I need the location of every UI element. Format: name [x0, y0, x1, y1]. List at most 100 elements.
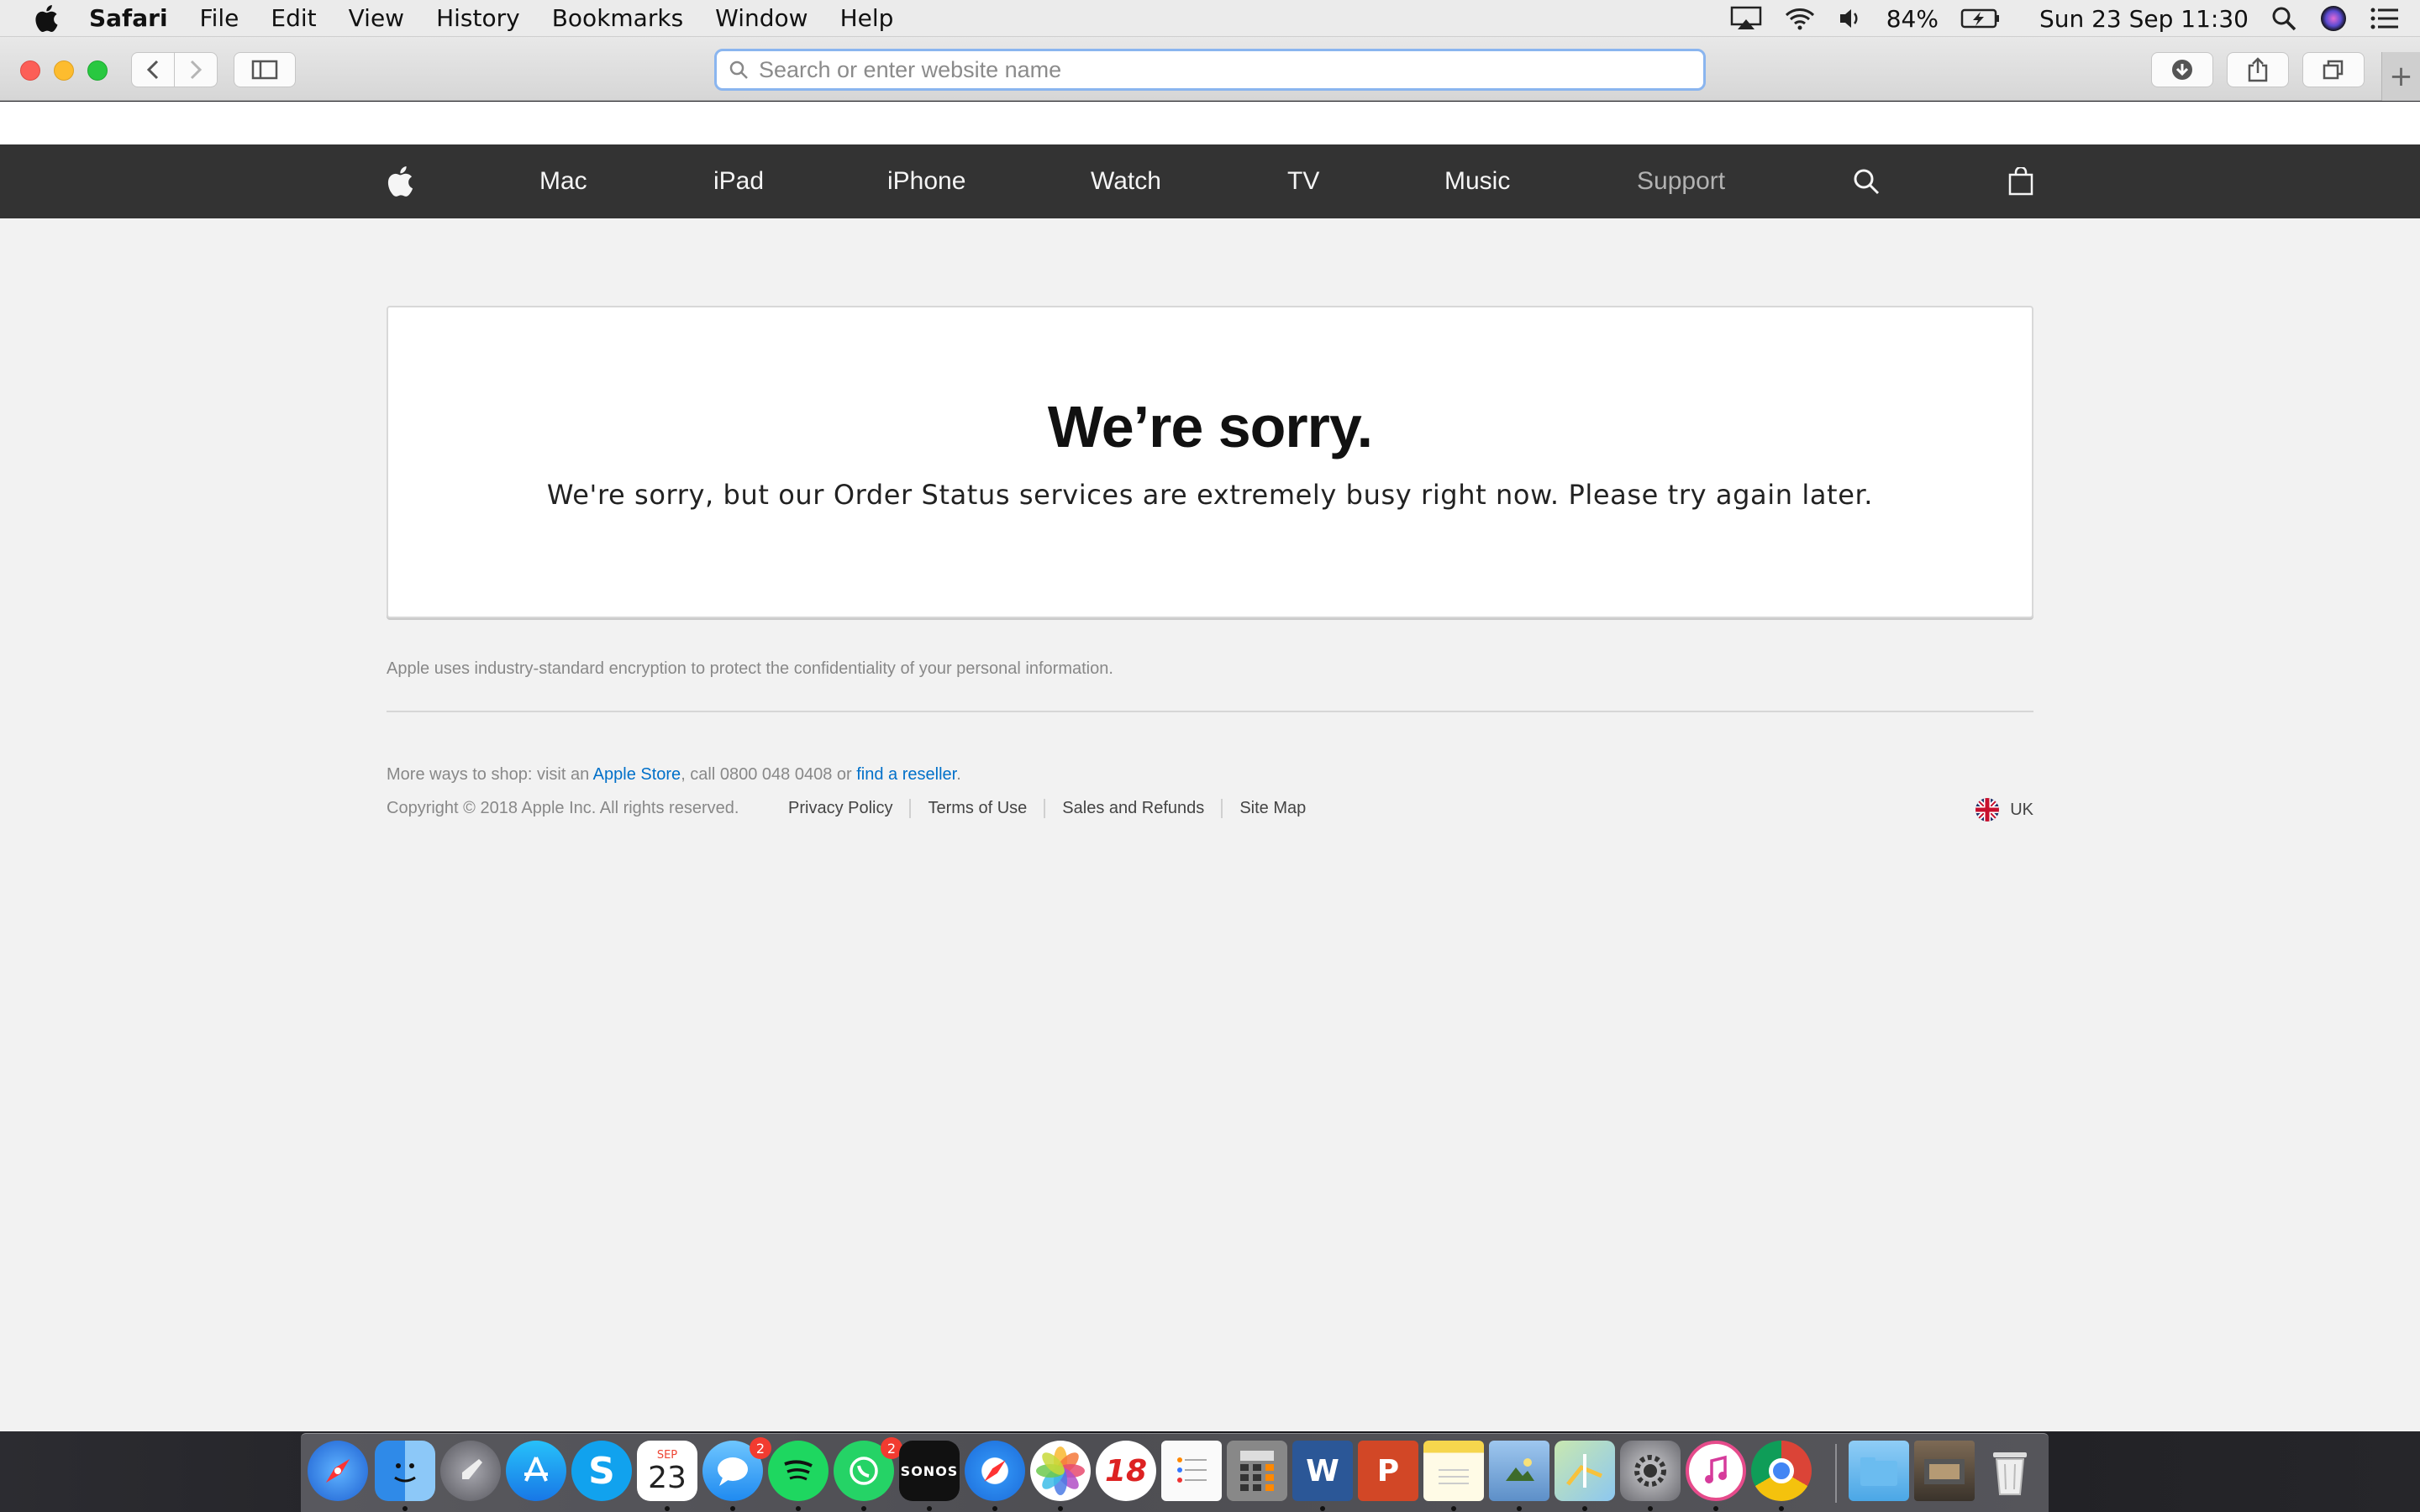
calendar-month: SEP: [656, 1448, 678, 1462]
dock-stack-images-icon[interactable]: [1914, 1441, 1975, 1501]
dock-downloads-folder-icon[interactable]: [1849, 1441, 1909, 1501]
locale-label: UK: [2010, 800, 2033, 819]
shopping-bag-icon: [2008, 167, 2033, 196]
download-icon: [2172, 60, 2192, 80]
menu-help[interactable]: Help: [840, 4, 894, 32]
siri-icon[interactable]: [2319, 4, 2348, 33]
dock-itunes-icon[interactable]: [1686, 1441, 1746, 1501]
dock-running-indicator: [665, 1506, 670, 1511]
nav-search-button[interactable]: [1852, 144, 1881, 218]
site-map-link[interactable]: Site Map: [1221, 799, 1323, 818]
search-icon: [1854, 169, 1880, 195]
locale-selector[interactable]: UK: [1975, 797, 2033, 822]
minimize-window-button[interactable]: [54, 60, 74, 81]
more-ways-suffix: .: [956, 765, 961, 784]
menu-edit[interactable]: Edit: [271, 4, 316, 32]
dock-running-indicator: [1779, 1506, 1784, 1511]
dock-maps-icon[interactable]: [1555, 1441, 1615, 1501]
uk-flag-icon: [1975, 798, 2000, 822]
new-tab-button[interactable]: +: [2381, 52, 2420, 101]
terms-of-use-link[interactable]: Terms of Use: [909, 799, 1044, 818]
dock-skype-icon[interactable]: S: [571, 1441, 632, 1501]
copyright-text: Copyright © 2018 Apple Inc. All rights r…: [387, 799, 739, 817]
dock-calendar-icon[interactable]: SEP 23: [637, 1441, 697, 1501]
footer-divider: [387, 711, 2033, 712]
privacy-policy-link[interactable]: Privacy Policy: [788, 799, 909, 818]
zoom-window-button[interactable]: [87, 60, 108, 81]
nav-music[interactable]: Music: [1444, 144, 1510, 218]
address-input[interactable]: [759, 56, 1666, 83]
battery-icon[interactable]: [1960, 8, 2001, 29]
encryption-note: Apple uses industry-standard encryption …: [387, 659, 1113, 678]
airplay-icon[interactable]: [1730, 6, 1762, 31]
dock-running-indicator: [1320, 1506, 1325, 1511]
wifi-icon[interactable]: [1784, 6, 1816, 31]
downloads-button[interactable]: [2151, 52, 2213, 87]
chevron-left-icon: [146, 60, 159, 80]
menu-items: Safari File Edit View History Bookmarks …: [89, 4, 925, 32]
nav-support[interactable]: Support: [1637, 144, 1725, 218]
nav-iphone[interactable]: iPhone: [887, 144, 965, 218]
dock-launchpad-icon[interactable]: [440, 1441, 501, 1501]
nav-ipad[interactable]: iPad: [713, 144, 764, 218]
dock-fantastical-icon[interactable]: 18: [1096, 1441, 1156, 1501]
spotlight-icon[interactable]: [2270, 5, 2297, 32]
dock-running-indicator: [1582, 1506, 1587, 1511]
dock-chrome-icon[interactable]: [1751, 1441, 1812, 1501]
dock-safari-icon[interactable]: [965, 1441, 1025, 1501]
address-bar[interactable]: [714, 49, 1706, 91]
menu-bookmarks[interactable]: Bookmarks: [552, 4, 683, 32]
dock-finder-icon[interactable]: [375, 1441, 435, 1501]
forward-button[interactable]: [174, 52, 218, 87]
sidebar-toggle-button[interactable]: [234, 52, 296, 87]
dock-trash-icon[interactable]: [1980, 1441, 2040, 1501]
dock-running-indicator: [796, 1506, 801, 1511]
sales-refunds-link[interactable]: Sales and Refunds: [1044, 799, 1221, 818]
volume-icon[interactable]: [1838, 6, 1865, 31]
dock-preview-icon[interactable]: [1489, 1441, 1549, 1501]
menu-clock[interactable]: Sun 23 Sep 11:30: [2039, 5, 2249, 33]
status-area: 84% Sun 23 Sep 11:30: [1730, 0, 2400, 37]
apple-menu-icon[interactable]: [34, 4, 59, 33]
nav-bag-button[interactable]: [2008, 144, 2033, 218]
dock-calculator-icon[interactable]: [1227, 1441, 1287, 1501]
dock-sonos-icon[interactable]: SONOS: [899, 1441, 960, 1501]
dock-separator: [1835, 1444, 1837, 1503]
apple-home-link[interactable]: [387, 144, 413, 218]
dock-running-indicator: [1648, 1506, 1653, 1511]
notification-center-icon[interactable]: [2370, 6, 2400, 31]
close-window-button[interactable]: [20, 60, 40, 81]
plus-icon: +: [2389, 60, 2413, 93]
menu-file[interactable]: File: [200, 4, 239, 32]
dock-photos-icon[interactable]: [1030, 1441, 1091, 1501]
error-message: We're sorry, but our Order Status servic…: [546, 479, 1874, 511]
menu-app-name[interactable]: Safari: [89, 4, 168, 32]
more-ways-prefix: More ways to shop: visit an: [387, 765, 593, 784]
dock-word-icon[interactable]: W: [1292, 1441, 1353, 1501]
find-reseller-link[interactable]: find a reseller: [856, 765, 956, 784]
menu-window[interactable]: Window: [715, 4, 808, 32]
nav-tv[interactable]: TV: [1287, 144, 1319, 218]
nav-watch[interactable]: Watch: [1091, 144, 1161, 218]
menu-history[interactable]: History: [436, 4, 520, 32]
share-button[interactable]: [2227, 52, 2289, 87]
dock-app-store-icon[interactable]: [506, 1441, 566, 1501]
dock-running-indicator: [402, 1506, 408, 1511]
search-icon: [729, 60, 748, 79]
menu-view[interactable]: View: [349, 4, 404, 32]
apple-store-link[interactable]: Apple Store: [593, 765, 681, 784]
nav-mac[interactable]: Mac: [539, 144, 587, 218]
dock-spotify-icon[interactable]: [768, 1441, 829, 1501]
dock-system-preferences-icon[interactable]: [1620, 1441, 1681, 1501]
dock-reminders-icon[interactable]: [1161, 1441, 1222, 1501]
tab-overview-button[interactable]: [2302, 52, 2365, 87]
messages-badge: 2: [750, 1437, 771, 1459]
dock-notes-icon[interactable]: [1423, 1441, 1484, 1501]
dock-powerpoint-icon[interactable]: P: [1358, 1441, 1418, 1501]
dock-safari-technology-preview-icon[interactable]: [308, 1441, 368, 1501]
back-button[interactable]: [131, 52, 175, 87]
footer-legal-row: Copyright © 2018 Apple Inc. All rights r…: [387, 798, 2033, 822]
share-icon: [2248, 57, 2268, 82]
dock-running-indicator: [992, 1506, 997, 1511]
dock-running-indicator: [1713, 1506, 1718, 1511]
